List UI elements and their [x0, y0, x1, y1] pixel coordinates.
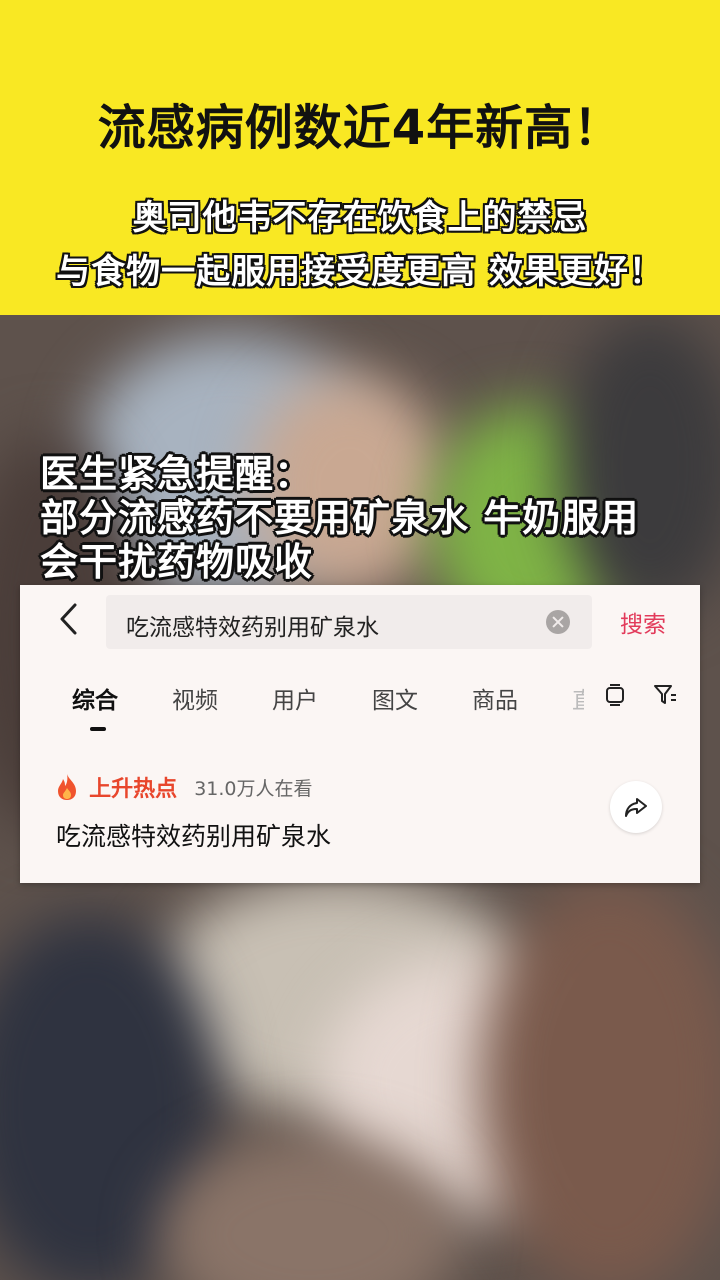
search-screenshot-card: 吃流感特效药别用矿泉水 搜索 综合 视频 用户 图文 商品 直 上升热点 31.…: [20, 585, 700, 883]
caption-line-1: 医生紧急提醒：: [40, 452, 314, 496]
tab-image-text[interactable]: 图文: [372, 681, 418, 715]
headline: 流感病例数近4年新高！: [97, 100, 623, 156]
viewer-count: 31.0万人在看: [194, 777, 313, 800]
active-tab-indicator: [90, 727, 106, 731]
tab-users[interactable]: 用户: [272, 681, 318, 715]
filter-icon[interactable]: [652, 682, 678, 708]
result-tabs: 综合 视频 用户 图文 商品: [20, 681, 700, 731]
subheadline-line-1: 奥司他韦不存在饮食上的禁忌: [132, 198, 588, 238]
hot-trend-label: 上升热点: [89, 777, 178, 802]
top-banner: 流感病例数近4年新高！ 奥司他韦不存在饮食上的禁忌 与食物一起服用接受度更高 效…: [0, 0, 720, 315]
hot-trend-title[interactable]: 吃流感特效药别用矿泉水: [56, 817, 331, 853]
search-query: 吃流感特效药别用矿泉水: [126, 615, 379, 641]
caption-line-2: 部分流感药不要用矿泉水 牛奶服用: [40, 496, 640, 540]
caption-line-3: 会干扰药物吸收: [40, 540, 314, 584]
search-button[interactable]: 搜索: [620, 605, 666, 639]
subheadline-line-2: 与食物一起服用接受度更高 效果更好！: [56, 252, 664, 292]
device-icon[interactable]: [602, 682, 628, 708]
hot-trend-row: 上升热点 31.0万人在看: [56, 771, 313, 802]
search-input[interactable]: 吃流感特效药别用矿泉水: [106, 595, 592, 649]
doctor-reminder-caption: 医生紧急提醒： 部分流感药不要用矿泉水 牛奶服用 会干扰药物吸收: [40, 452, 710, 584]
tab-live-partial[interactable]: 直: [572, 681, 584, 715]
tab-video[interactable]: 视频: [172, 681, 218, 715]
tab-products[interactable]: 商品: [472, 681, 518, 715]
clear-icon[interactable]: [546, 610, 570, 634]
flame-icon: [56, 773, 78, 801]
tab-comprehensive[interactable]: 综合: [72, 681, 118, 715]
share-icon[interactable]: [610, 781, 662, 833]
back-arrow-icon[interactable]: [50, 599, 90, 639]
